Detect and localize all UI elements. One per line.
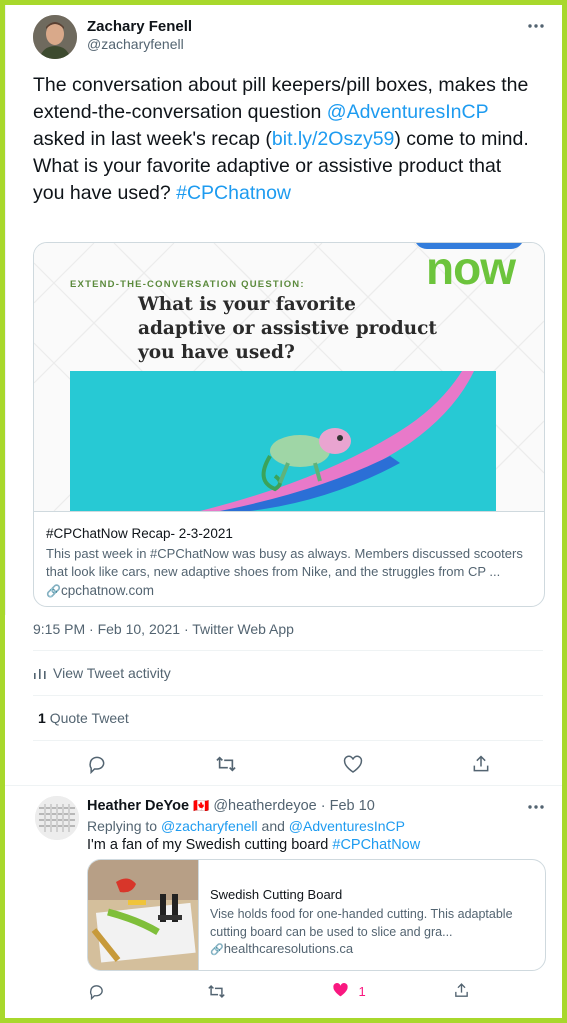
reply-hashtag-link[interactable]: #CPChatNow: [332, 837, 420, 853]
cutting-board-icon: [88, 860, 198, 970]
reply-like-count: 1: [358, 984, 366, 999]
reply-card-domain-row: 🔗healthcaresolutions.ca: [210, 941, 353, 956]
card-logo-text: now: [426, 243, 516, 294]
reply-share-icon[interactable]: [453, 982, 470, 999]
avatar[interactable]: [33, 15, 77, 59]
card-photo: [70, 371, 496, 511]
reply-link-card[interactable]: Swedish Cutting Board Vise holds food fo…: [87, 859, 546, 971]
quote-count: 1: [38, 710, 46, 726]
tweet-text-part: asked in last week's recap (: [33, 128, 272, 150]
replying-user-link[interactable]: @zacharyfenell: [161, 818, 258, 834]
link-card[interactable]: now EXTEND-THE-CONVERSATION QUESTION: Wh…: [33, 242, 545, 607]
author-name[interactable]: Zachary Fenell: [87, 18, 192, 35]
share-icon[interactable]: [471, 754, 491, 774]
reply-text-part: I'm a fan of my Swedish cutting board: [87, 837, 333, 853]
card-divider: [34, 511, 544, 512]
divider: [33, 740, 543, 741]
reply-retweet-icon[interactable]: [207, 983, 226, 1000]
card-question: What is your favorite adaptive or assist…: [138, 294, 437, 363]
mention-link[interactable]: @AdventuresInCP: [327, 101, 488, 123]
card-domain-row: 🔗cpchatnow.com: [46, 583, 154, 598]
quote-tweet-count-row[interactable]: 1 Quote Tweet: [38, 710, 129, 726]
author-handle[interactable]: @zacharyfenell: [87, 36, 184, 52]
like-icon[interactable]: [343, 755, 363, 774]
link-icon: 🔗: [210, 944, 224, 956]
tweet-activity-label: View Tweet activity: [53, 665, 171, 681]
tweet-text: The conversation about pill keepers/pill…: [33, 72, 538, 207]
more-options-icon[interactable]: [527, 23, 545, 29]
hashtag-link[interactable]: #CPChatnow: [176, 182, 291, 204]
canada-flag-icon: 🇨🇦: [193, 798, 210, 813]
avatar-image-icon: [33, 15, 77, 59]
replying-prefix: Replying to: [87, 818, 161, 834]
quote-label: Quote Tweet: [49, 710, 129, 726]
tweet-activity-row[interactable]: View Tweet activity: [33, 665, 171, 681]
tweet-frame: Zachary Fenell @zacharyfenell The conver…: [5, 5, 562, 1018]
reply-card-divider: [198, 860, 199, 970]
reply-card-title: Swedish Cutting Board: [210, 887, 343, 902]
thread-line: [5, 5, 6, 615]
reply-card-domain: healthcaresolutions.ca: [223, 941, 354, 956]
reply-reply-icon[interactable]: [88, 983, 105, 1000]
chameleon-icon: [200, 371, 474, 511]
reply-more-options-icon[interactable]: [527, 804, 545, 810]
divider: [33, 695, 543, 696]
reply-card-image: [88, 860, 198, 970]
reply-avatar[interactable]: [35, 796, 79, 840]
divider: [5, 785, 562, 786]
retweet-icon[interactable]: [215, 754, 237, 774]
card-description: This past week in #CPChatNow was busy as…: [46, 546, 523, 579]
activity-chart-icon: [34, 669, 46, 679]
replying-and: and: [257, 818, 289, 834]
reply-header: Heather DeYoe 🇨🇦 @heatherdeyoe · Feb 10: [87, 798, 375, 814]
card-domain: cpchatnow.com: [60, 583, 155, 598]
tweet-timestamp[interactable]: 9:15 PM · Feb 10, 2021 · Twitter Web App: [33, 621, 294, 637]
reply-handle-date[interactable]: @heatherdeyoe · Feb 10: [213, 798, 374, 814]
replying-to: Replying to @zacharyfenell and @Adventur…: [87, 818, 405, 834]
card-image: now EXTEND-THE-CONVERSATION QUESTION: Wh…: [34, 243, 544, 511]
reply-like-button[interactable]: 1: [332, 982, 366, 1001]
reply-author-name[interactable]: Heather DeYoe: [87, 798, 189, 814]
divider: [33, 650, 543, 651]
replying-user-link[interactable]: @AdventuresInCP: [289, 818, 405, 834]
avatar-pattern-icon: [35, 796, 79, 840]
liked-heart-icon: [333, 982, 348, 997]
link-icon: 🔗: [46, 584, 61, 598]
reply-card-description: Vise holds food for one-handed cutting. …: [210, 907, 513, 939]
reply-icon[interactable]: [87, 754, 107, 774]
card-eyebrow: EXTEND-THE-CONVERSATION QUESTION:: [70, 279, 305, 290]
short-link[interactable]: bit.ly/2Oszy59: [272, 128, 394, 150]
card-logo-top-icon: [414, 243, 524, 249]
card-title: #CPChatNow Recap- 2-3-2021: [46, 526, 233, 541]
reply-text: I'm a fan of my Swedish cutting board #C…: [87, 837, 420, 853]
